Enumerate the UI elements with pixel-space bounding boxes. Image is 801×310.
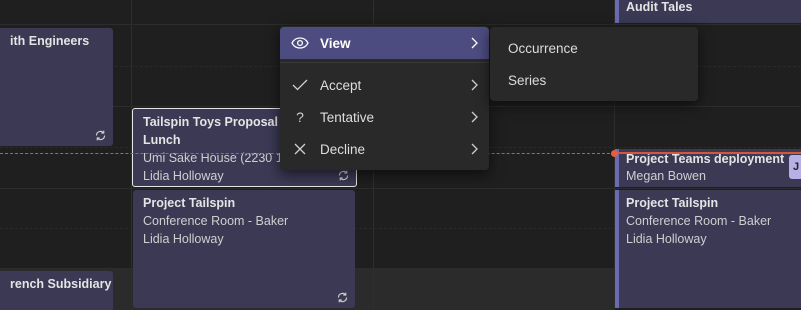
event-teams-deployment[interactable]: Project Teams deployment Megan Bowen	[615, 149, 801, 187]
event-top-right[interactable]: Audit Tales	[615, 0, 801, 23]
chevron-right-icon	[459, 79, 489, 91]
event-location: Conference Room - Baker	[626, 214, 772, 228]
recurring-icon	[338, 170, 349, 181]
chevron-right-icon	[459, 143, 489, 155]
question-mark-icon: ?	[296, 109, 304, 125]
event-organizer: Megan Bowen	[626, 169, 706, 183]
menu-item-label: Decline	[320, 141, 366, 157]
event-title: rench Subsidiary	[10, 277, 112, 291]
current-time-line-today	[615, 152, 801, 154]
event-project-tailspin-right[interactable]: Project Tailspin Conference Room - Baker…	[615, 190, 801, 308]
event-location: Conference Room - Baker	[143, 214, 289, 228]
event-organizer: Lidia Holloway	[143, 232, 224, 246]
attendee-badge: J	[789, 155, 801, 179]
grid-hour-line	[0, 188, 801, 189]
event-engineers[interactable]: ith Engineers	[0, 28, 113, 146]
menu-separator	[280, 62, 489, 63]
menu-item-tentative[interactable]: ? Tentative	[280, 101, 489, 133]
submenu-item-series[interactable]: Series	[490, 64, 698, 96]
event-french-subsidiary[interactable]: rench Subsidiary	[0, 271, 113, 310]
view-submenu: Occurrence Series	[490, 27, 698, 101]
event-title: ith Engineers	[10, 34, 90, 48]
grid-hour-line	[0, 24, 801, 25]
submenu-item-occurrence[interactable]: Occurrence	[490, 32, 698, 64]
checkmark-icon	[280, 79, 320, 91]
event-title: Audit Tales	[626, 0, 693, 14]
event-title: Project Tailspin	[143, 196, 236, 210]
menu-item-accept[interactable]: Accept	[280, 69, 489, 101]
eye-icon	[280, 37, 320, 49]
menu-item-label: Accept	[320, 77, 362, 93]
recurring-icon	[337, 292, 348, 303]
menu-item-decline[interactable]: Decline	[280, 133, 489, 165]
context-menu: View Accept ? Tentative Decline	[280, 26, 489, 170]
chevron-right-icon	[459, 111, 489, 123]
event-title: Project Tailspin	[626, 196, 719, 210]
menu-item-label: View	[320, 35, 351, 51]
current-time-dot	[611, 150, 618, 157]
menu-item-view[interactable]: View	[280, 27, 489, 59]
close-icon	[280, 143, 320, 155]
chevron-right-icon	[459, 37, 489, 49]
menu-item-label: Tentative	[320, 109, 375, 125]
event-organizer: Lidia Holloway	[626, 232, 707, 246]
recurring-icon	[95, 130, 106, 141]
event-project-tailspin[interactable]: Project Tailspin Conference Room - Baker…	[133, 190, 355, 308]
